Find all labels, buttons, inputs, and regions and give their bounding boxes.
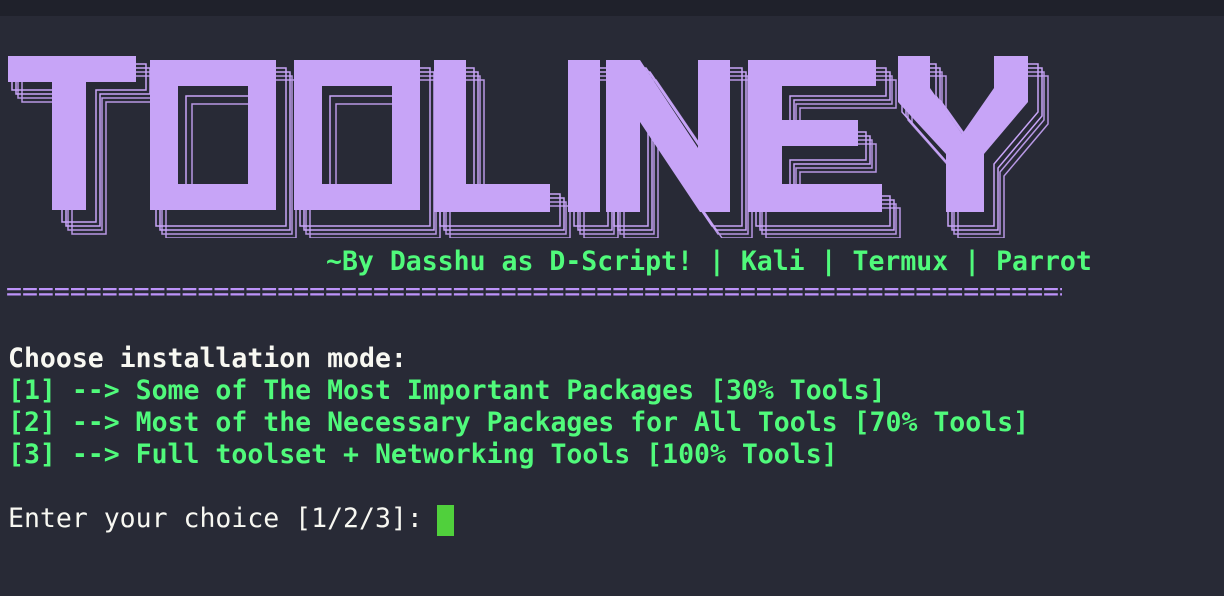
menu-title: Choose installation mode: — [8, 343, 407, 374]
menu-option-1: [1] --> Some of The Most Important Packa… — [8, 375, 886, 406]
separator-line: ========================================… — [6, 282, 1062, 302]
choice-input-prompt: Enter your choice [1/2/3]: — [8, 503, 439, 534]
window-top-bar — [0, 0, 1224, 16]
byline-text: ~By Dasshu as D-Script! | Kali | Termux … — [326, 246, 1092, 277]
menu-option-3: [3] --> Full toolset + Networking Tools … — [8, 439, 838, 470]
logo-svg — [8, 56, 1049, 238]
ascii-logo-banner — [0, 16, 1060, 238]
terminal-window[interactable]: ~By Dasshu as D-Script! | Kali | Termux … — [0, 16, 1224, 596]
menu-option-2: [2] --> Most of the Necessary Packages f… — [8, 407, 1030, 438]
terminal-cursor[interactable] — [437, 505, 454, 536]
